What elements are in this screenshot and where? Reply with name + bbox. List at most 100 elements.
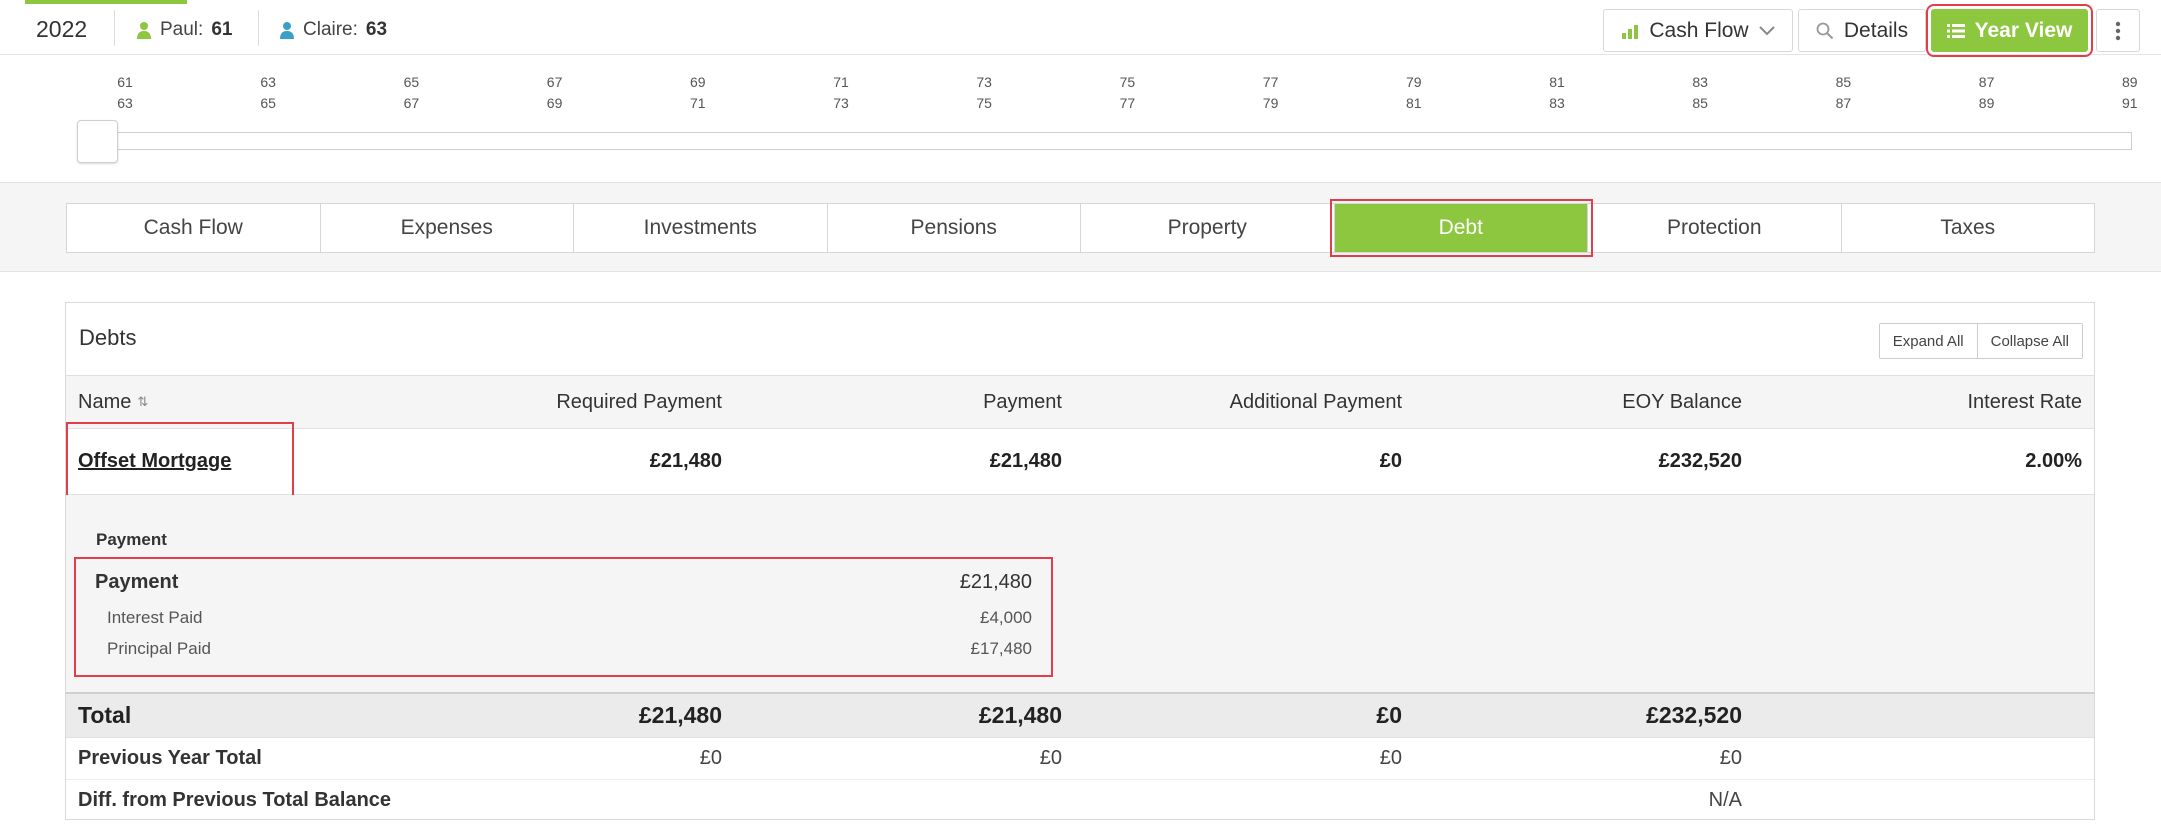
age-tick: 67 69 [535,72,575,114]
column-header-additional-payment: Additional Payment [1229,390,1402,413]
year-label: 2022 [36,16,88,42]
tab-property[interactable]: Property [1081,204,1335,252]
highlight-box [66,422,294,498]
divider [114,10,115,46]
tab-investments[interactable]: Investments [574,204,828,252]
age-tick: 65 67 [391,72,431,114]
list-icon [1946,23,1965,38]
tab-debt[interactable]: Debt [1329,199,1593,257]
active-indicator [25,0,187,4]
person-name: Claire: [303,19,358,40]
person-claire: Claire: 63 [279,19,387,41]
total-additional-payment: £0 [1376,702,1402,728]
total-required-payment: £21,480 [638,702,722,728]
paul-age-tick: 87 [1978,74,1995,90]
user-icon [280,22,294,39]
user-icon [137,22,151,39]
paul-age-tick: 61 [117,74,133,90]
principal-paid-label: Principal Paid [107,639,211,658]
previous-additional-payment: £0 [1379,747,1402,769]
table-row[interactable]: Offset Mortgage £21,480 £21,480 £0 £232,… [66,422,2094,498]
diff-eoy-balance: N/A [1708,788,1742,811]
debts-panel: Debts Expand All Collapse All Name ⇅ Req… [65,302,2095,820]
claire-age-tick: 63 [117,95,133,111]
age-tick: 77 79 [1251,72,1291,114]
tab-protection[interactable]: Protection [1588,204,1842,252]
total-payment: £21,480 [978,702,1062,728]
paul-age-tick: 77 [1262,74,1279,90]
person-paul: Paul: 61 [136,19,232,41]
person-age: 63 [365,19,388,40]
column-header-payment: Payment [983,390,1062,413]
cash-flow-label: Cash Flow [1649,18,1749,42]
column-label: Name [78,390,132,413]
age-timeline: 61 63 63 65 65 67 67 69 69 71 71 73 73 75 75 77 77 79 79 81… [0,72,2161,112]
timeline-slider-handle[interactable] [77,120,118,163]
age-tick: 69 71 [678,72,718,114]
table-header: Name ⇅ Required Payment Payment Addition… [66,375,2094,429]
column-header-required-payment: Required Payment [556,390,722,413]
paul-age-tick: 79 [1406,74,1422,90]
collapse-all-button[interactable]: Collapse All [1976,324,2082,358]
debt-name-cell: Offset Mortgage [66,422,294,498]
person-name: Paul: [160,19,204,40]
total-eoy-balance: £232,520 [1646,702,1742,728]
previous-payment: £0 [1039,747,1062,769]
timeline-slider-track[interactable] [110,132,2132,150]
claire-age-tick: 87 [1835,95,1852,111]
previous-required-payment: £0 [699,747,722,769]
tab-expenses[interactable]: Expenses [321,204,574,252]
age-tick: 81 83 [1537,72,1577,114]
total-row: Total £21,480 £21,480 £0 £232,520 [66,692,2094,738]
kebab-menu-icon [2115,21,2121,40]
paul-age-tick: 67 [546,74,563,90]
top-bar: 2022 Paul: 61 Claire: 63 Cash Flow Detai… [0,0,2161,57]
paul-age-tick: 65 [403,74,420,90]
payment-total-value: £21,480 [959,571,1032,593]
age-tick: 83 85 [1680,72,1720,114]
person-age: 61 [211,19,233,40]
column-header-name[interactable]: Name ⇅ [78,376,148,428]
expand-collapse-group: Expand All Collapse All [1878,323,2083,359]
bar-chart-icon [1622,24,1639,39]
tab-taxes[interactable]: Taxes [1842,204,2095,252]
age-tick: 79 81 [1394,72,1434,114]
section-tabs: Cash Flow Expenses Investments Pensions … [66,199,2095,257]
payment-value: £21,480 [989,450,1062,472]
previous-year-label: Previous Year Total [78,747,262,769]
year-view-label: Year View [1974,18,2073,42]
panel-title: Debts [79,325,137,350]
diff-label: Diff. from Previous Total Balance [78,788,392,811]
age-tick: 87 89 [1967,72,2007,114]
additional-payment-value: £0 [1379,450,1402,472]
paul-age-tick: 85 [1835,74,1852,90]
previous-eoy-balance: £0 [1719,747,1742,769]
payment-breakdown: Payment £21,480 Interest Paid £4,000 Pri… [74,557,1053,677]
sort-icon: ⇅ [137,394,149,409]
interest-paid-label: Interest Paid [107,608,203,627]
detail-section-title: Payment [96,530,167,549]
search-icon [1816,22,1834,39]
paul-age-tick: 89 [2122,74,2138,90]
paul-age-tick: 63 [260,74,276,90]
year-view-button[interactable]: Year View [1926,4,2093,57]
age-tick: 89 91 [2110,72,2150,114]
claire-age-tick: 89 [1978,95,1995,111]
expand-all-button[interactable]: Expand All [1879,324,1977,358]
age-tick: 73 75 [964,72,1004,114]
details-button[interactable]: Details [1798,9,1926,52]
paul-age-tick: 81 [1549,74,1565,90]
chevron-down-icon [1758,25,1775,35]
divider [258,10,259,46]
previous-year-row: Previous Year Total £0 £0 £0 £0 [66,738,2094,780]
cash-flow-dropdown[interactable]: Cash Flow [1603,9,1793,52]
claire-age-tick: 83 [1549,95,1565,111]
tab-cash-flow[interactable]: Cash Flow [67,204,321,252]
paul-age-tick: 83 [1692,74,1708,90]
eoy-balance-value: £232,520 [1658,450,1742,472]
more-options-button[interactable] [2096,9,2140,52]
claire-age-tick: 77 [1119,95,1136,111]
interest-paid-value: £4,000 [980,608,1032,627]
tab-pensions[interactable]: Pensions [828,204,1081,252]
paul-age-tick: 69 [690,74,706,90]
